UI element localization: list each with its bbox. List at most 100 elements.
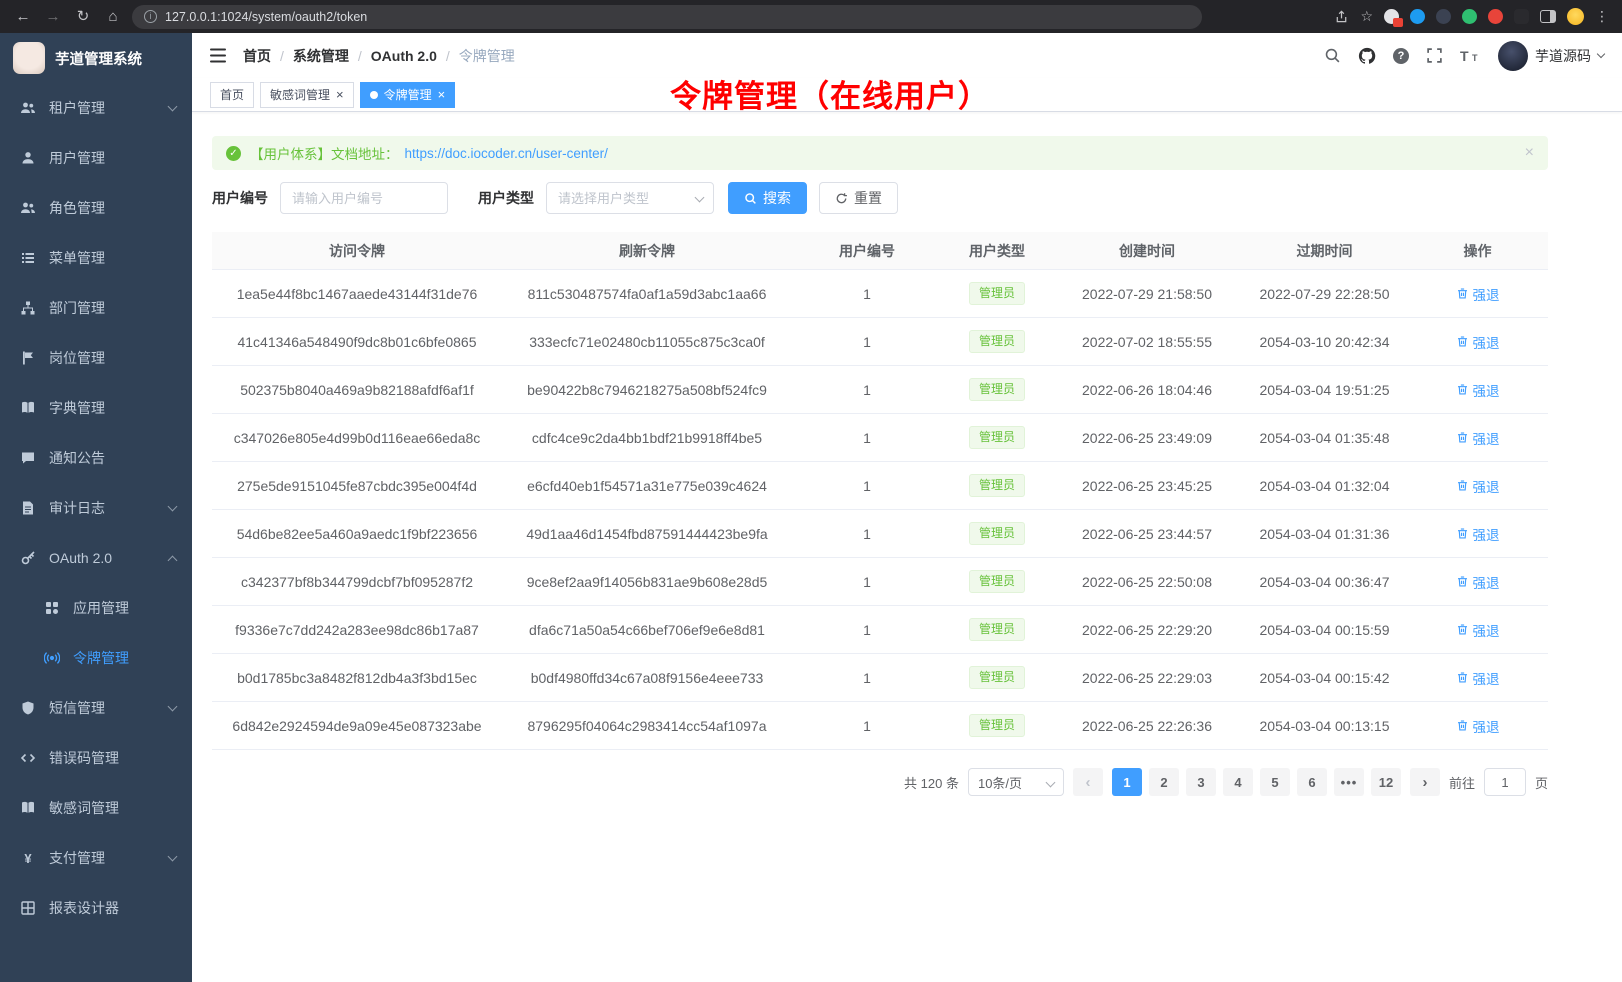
tab-close-icon[interactable]: × (336, 88, 344, 101)
table-row: b0d1785bc3a8482f812db4a3f3bd15ecb0df4980… (212, 654, 1548, 702)
pagination-page-12[interactable]: 12 (1371, 768, 1401, 796)
back-button[interactable]: ← (12, 6, 34, 28)
page-size-value: 10条/页 (978, 773, 1022, 792)
force-logout-button[interactable]: 强退 (1456, 716, 1500, 736)
force-logout-button[interactable]: 强退 (1456, 476, 1500, 496)
sidebar-item-menu[interactable]: 菜单管理 (0, 233, 192, 283)
tab-2[interactable]: 令牌管理× (360, 82, 456, 108)
force-logout-button[interactable]: 强退 (1456, 332, 1500, 352)
address-bar[interactable]: i 127.0.0.1:1024/system/oauth2/token (132, 5, 1202, 29)
github-icon[interactable] (1358, 47, 1376, 65)
pagination-page-6[interactable]: 6 (1297, 768, 1327, 796)
profile-avatar[interactable] (1567, 8, 1584, 25)
goto-suffix: 页 (1535, 773, 1548, 792)
breadcrumb-item-1[interactable]: 系统管理 (293, 46, 349, 66)
sidebar-item-notice[interactable]: 通知公告 (0, 433, 192, 483)
column-header-4: 创建时间 (1052, 241, 1242, 261)
home-button[interactable]: ⌂ (102, 6, 124, 28)
force-logout-button[interactable]: 强退 (1456, 572, 1500, 592)
page-size-select[interactable]: 10条/页 (968, 768, 1064, 796)
app-logo[interactable]: 芋道管理系统 (0, 33, 192, 83)
side-panel-icon[interactable] (1540, 10, 1556, 23)
sidebar-item-label: 租户管理 (49, 98, 105, 118)
force-logout-button[interactable]: 强退 (1456, 284, 1500, 304)
prev-page-button[interactable]: ‹ (1073, 768, 1103, 796)
force-logout-button[interactable]: 强退 (1456, 380, 1500, 400)
force-logout-button[interactable]: 强退 (1456, 668, 1500, 688)
sidebar-item-sms[interactable]: 短信管理 (0, 683, 192, 733)
force-logout-button[interactable]: 强退 (1456, 620, 1500, 640)
extension-icon[interactable] (1384, 9, 1399, 24)
breadcrumb-item-2[interactable]: OAuth 2.0 (371, 48, 437, 64)
access-token-cell: c342377bf8b344799dcbf7bf095287f2 (212, 574, 502, 590)
action-cell: 强退 (1407, 380, 1548, 400)
report-icon (20, 900, 36, 916)
help-icon[interactable]: ? (1393, 48, 1409, 64)
reload-button[interactable]: ↻ (72, 6, 94, 28)
sidebar-item-label: 应用管理 (73, 598, 129, 618)
token-icon (44, 650, 60, 666)
alert-doc-link[interactable]: https://doc.iocoder.cn/user-center/ (405, 146, 608, 161)
user-id-input[interactable] (280, 182, 448, 214)
forward-button[interactable]: → (42, 6, 64, 28)
extension-icon[interactable] (1462, 9, 1477, 24)
fullscreen-icon[interactable] (1426, 47, 1443, 64)
breadcrumb-separator: / (358, 48, 362, 64)
expire-time-cell: 2054-03-04 01:35:48 (1242, 430, 1407, 446)
extension-icon[interactable] (1514, 9, 1529, 24)
extension-icon[interactable] (1410, 9, 1425, 24)
breadcrumb-item-0[interactable]: 首页 (243, 46, 271, 66)
create-time-cell: 2022-06-25 22:26:36 (1052, 718, 1242, 734)
user-menu[interactable]: 芋道源码 (1498, 41, 1604, 71)
pagination-more[interactable]: ••• (1334, 768, 1364, 796)
extension-icon[interactable] (1436, 9, 1451, 24)
user-id-cell: 1 (792, 622, 942, 638)
force-logout-button[interactable]: 强退 (1456, 524, 1500, 544)
bookmark-star-icon[interactable]: ☆ (1360, 8, 1373, 25)
sidebar-item-role[interactable]: 角色管理 (0, 183, 192, 233)
action-cell: 强退 (1407, 716, 1548, 736)
goto-page-input[interactable] (1484, 768, 1526, 796)
tab-0[interactable]: 首页 (210, 82, 254, 108)
sidebar-item-oauth-token[interactable]: 令牌管理 (0, 633, 192, 683)
sidebar-item-dept[interactable]: 部门管理 (0, 283, 192, 333)
tab-close-icon[interactable]: × (438, 88, 446, 101)
search-form: 用户编号 用户类型 搜索 重置 (212, 182, 1548, 214)
share-icon[interactable] (1334, 9, 1349, 24)
pagination-page-3[interactable]: 3 (1186, 768, 1216, 796)
sidebar-item-errcode[interactable]: 错误码管理 (0, 733, 192, 783)
browser-menu-icon[interactable]: ⋮ (1595, 8, 1610, 25)
sidebar-item-dict[interactable]: 字典管理 (0, 383, 192, 433)
tab-1[interactable]: 敏感词管理 × (260, 82, 354, 108)
site-info-icon[interactable]: i (144, 10, 157, 23)
sidebar-item-post[interactable]: 岗位管理 (0, 333, 192, 383)
tab-label: 敏感词管理 (270, 86, 330, 103)
pagination-page-2[interactable]: 2 (1149, 768, 1179, 796)
sidebar-item-oauth[interactable]: OAuth 2.0 (0, 533, 192, 583)
alert-close-icon[interactable]: × (1525, 144, 1534, 162)
sidebar-item-audit[interactable]: 审计日志 (0, 483, 192, 533)
font-size-icon[interactable]: TT (1460, 48, 1481, 64)
sidebar-item-pay[interactable]: ¥支付管理 (0, 833, 192, 883)
sidebar-item-report[interactable]: 报表设计器 (0, 883, 192, 933)
expire-time-cell: 2054-03-04 19:51:25 (1242, 382, 1407, 398)
next-page-button[interactable]: › (1410, 768, 1440, 796)
sidebar-item-tenant[interactable]: 租户管理 (0, 83, 192, 133)
sidebar-item-sensitive[interactable]: 敏感词管理 (0, 783, 192, 833)
pagination-page-5[interactable]: 5 (1260, 768, 1290, 796)
user-type-select[interactable] (546, 182, 714, 214)
breadcrumb-item-3: 令牌管理 (459, 46, 515, 66)
user-type-select-input[interactable] (546, 182, 714, 214)
reset-button[interactable]: 重置 (819, 182, 898, 214)
search-button[interactable]: 搜索 (728, 182, 807, 214)
search-icon[interactable] (1324, 47, 1341, 64)
force-logout-button[interactable]: 强退 (1456, 428, 1500, 448)
pagination-page-1[interactable]: 1 (1112, 768, 1142, 796)
sidebar-item-user[interactable]: 用户管理 (0, 133, 192, 183)
extension-icon[interactable] (1488, 9, 1503, 24)
pagination-page-4[interactable]: 4 (1223, 768, 1253, 796)
chevron-down-icon (168, 502, 178, 512)
sidebar-item-oauth-app[interactable]: 应用管理 (0, 583, 192, 633)
user-type-cell: 管理员 (942, 666, 1052, 689)
collapse-sidebar-icon[interactable] (210, 48, 227, 63)
